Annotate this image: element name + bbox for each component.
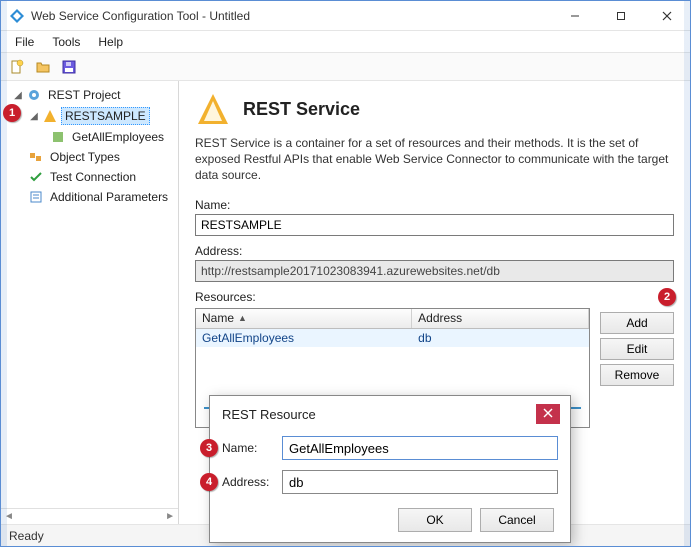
scroll-left-icon[interactable]: ◄ [4, 511, 14, 522]
horizontal-scrollbar[interactable]: ◄ ► [1, 508, 178, 524]
col-header-name[interactable]: Name ▲ [196, 309, 412, 328]
dialog-title: REST Resource [222, 407, 316, 422]
close-button[interactable] [644, 1, 690, 30]
dialog-titlebar: REST Resource [210, 396, 570, 430]
window-frame: Web Service Configuration Tool - Untitle… [0, 0, 691, 547]
resources-buttons: 2 Add Edit Remove [600, 308, 674, 428]
titlebar: Web Service Configuration Tool - Untitle… [1, 1, 690, 31]
menu-tools[interactable]: Tools [44, 33, 88, 51]
tree-root[interactable]: ◢ REST Project [7, 85, 176, 105]
name-input[interactable] [195, 214, 674, 236]
cancel-button[interactable]: Cancel [480, 508, 554, 532]
name-label: Name: [195, 198, 674, 212]
dialog-close-button[interactable] [536, 404, 560, 424]
window-controls [552, 1, 690, 30]
tree: ◢ REST Project 1 ◢ RESTSAMPLE [1, 81, 178, 508]
tree-node-restsample[interactable]: 1 ◢ RESTSAMPLE [7, 105, 176, 127]
resource-address-cell: db [412, 329, 589, 347]
address-label: Address: [195, 244, 674, 258]
dialog-buttons: OK Cancel [222, 504, 558, 532]
menu-help[interactable]: Help [90, 33, 131, 51]
save-icon[interactable] [59, 57, 79, 77]
tree-twisty-icon[interactable]: ◢ [29, 111, 39, 122]
test-connection-icon [29, 170, 43, 184]
dialog-row-name: 3 Name: [222, 436, 558, 460]
resource-name-cell: GetAllEmployees [196, 329, 412, 347]
resources-header: Name ▲ Address [196, 309, 589, 329]
table-row[interactable]: GetAllEmployees db [196, 329, 589, 347]
rest-resource-icon [51, 130, 65, 144]
address-input[interactable] [195, 260, 674, 282]
remove-button[interactable]: Remove [600, 364, 674, 386]
rest-service-large-icon [195, 91, 231, 127]
open-folder-icon[interactable] [33, 57, 53, 77]
tree-item-label: RESTSAMPLE [61, 107, 150, 125]
callout-4: 4 [200, 473, 218, 491]
callout-1: 1 [3, 104, 21, 122]
panel-heading: REST Service [195, 91, 674, 127]
rest-project-icon [27, 88, 41, 102]
tree-node-getallemployees[interactable]: GetAllEmployees [7, 127, 176, 147]
new-file-icon[interactable] [7, 57, 27, 77]
tree-node-object-types[interactable]: Object Types [7, 147, 176, 167]
left-pane: ◢ REST Project 1 ◢ RESTSAMPLE [1, 81, 179, 524]
rest-service-icon [43, 109, 57, 123]
tree-item-label: Additional Parameters [47, 189, 171, 205]
scroll-right-icon[interactable]: ► [165, 511, 175, 522]
tree-item-label: GetAllEmployees [69, 129, 167, 145]
status-text: Ready [9, 529, 44, 543]
toolbar [1, 53, 690, 81]
minimize-button[interactable] [552, 1, 598, 30]
window-title: Web Service Configuration Tool - Untitle… [31, 9, 552, 23]
rest-resource-dialog: REST Resource 3 Name: 4 Address: OK Canc… [209, 395, 571, 543]
col-header-address-label: Address [418, 311, 462, 325]
col-header-name-label: Name [202, 311, 234, 325]
tree-twisty-icon[interactable]: ◢ [13, 90, 23, 101]
menubar: File Tools Help [1, 31, 690, 53]
panel-description: REST Service is a container for a set of… [195, 135, 674, 184]
additional-params-icon [29, 190, 43, 204]
col-header-address[interactable]: Address [412, 309, 589, 328]
dialog-row-address: 4 Address: [222, 470, 558, 494]
callout-3: 3 [200, 439, 218, 457]
panel-title: REST Service [243, 99, 360, 120]
resources-label: Resources: [195, 290, 674, 304]
close-icon [543, 407, 553, 421]
edit-button[interactable]: Edit [600, 338, 674, 360]
maximize-button[interactable] [598, 1, 644, 30]
dialog-name-input[interactable] [282, 436, 558, 460]
sort-asc-icon: ▲ [238, 313, 247, 323]
object-types-icon [29, 150, 43, 164]
tree-item-label: Test Connection [47, 169, 139, 185]
dialog-address-input[interactable] [282, 470, 558, 494]
tree-item-label: Object Types [47, 149, 123, 165]
callout-2: 2 [658, 288, 676, 306]
tree-root-label: REST Project [45, 87, 123, 103]
menu-file[interactable]: File [7, 33, 42, 51]
app-icon [9, 8, 25, 24]
add-button[interactable]: Add [600, 312, 674, 334]
tree-node-test-connection[interactable]: Test Connection [7, 167, 176, 187]
tree-node-additional-parameters[interactable]: Additional Parameters [7, 187, 176, 207]
dialog-body: 3 Name: 4 Address: OK Cancel [210, 430, 570, 542]
dialog-name-label: Name: [222, 441, 274, 455]
dialog-address-label: Address: [222, 475, 274, 489]
ok-button[interactable]: OK [398, 508, 472, 532]
